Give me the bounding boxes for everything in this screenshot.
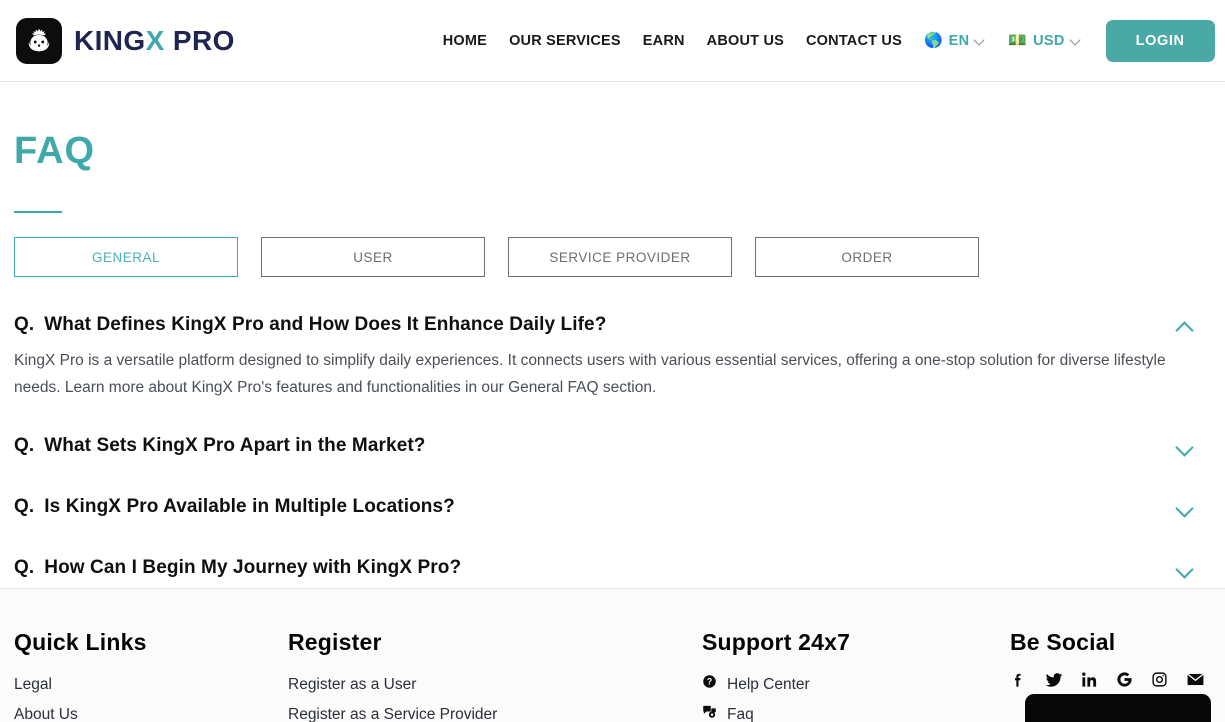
chevron-down-icon[interactable] — [1173, 556, 1197, 580]
login-button[interactable]: LOGIN — [1105, 19, 1215, 62]
tab-user[interactable]: USER — [261, 237, 485, 277]
currency-label: USD — [1033, 32, 1065, 49]
money-icon: 💵 — [1008, 32, 1028, 49]
nav-item-earn[interactable]: EARN — [643, 33, 685, 49]
nav-item-about-us[interactable]: ABOUT US — [707, 33, 784, 49]
footer-link-legal[interactable]: Legal — [14, 670, 288, 700]
brand-name-accent: X — [145, 24, 165, 56]
faq-question-toggle[interactable]: Q. Is KingX Pro Available in Multiple Loc… — [14, 485, 1211, 529]
lion-head-crown-icon — [16, 17, 62, 64]
nav-item-contact-us[interactable]: CONTACT US — [806, 33, 902, 49]
main-content: FAQ GENERAL USER SERVICE PROVIDER ORDER … — [0, 82, 1225, 588]
question-marker: Q. — [14, 314, 35, 335]
footer-link-register-as-user[interactable]: Register as a User — [288, 670, 702, 700]
faq-item: Q. What Defines KingX Pro and How Does It… — [14, 303, 1211, 407]
email-icon[interactable] — [1186, 670, 1205, 689]
faq-question-text: Q. How Can I Begin My Journey with KingX … — [14, 557, 461, 579]
faq-item: Q. Is KingX Pro Available in Multiple Loc… — [14, 485, 1211, 529]
faq-category-tabs: GENERAL USER SERVICE PROVIDER ORDER — [14, 237, 1211, 277]
footer-link-register-as-service-provider[interactable]: Register as a Service Provider — [288, 700, 702, 722]
faq-question-text: Q. What Defines KingX Pro and How Does It… — [14, 314, 606, 336]
brand-name: KINGX PRO — [74, 25, 235, 57]
help-circle-icon: ? — [702, 670, 717, 700]
faq-question-toggle[interactable]: Q. What Defines KingX Pro and How Does It… — [14, 303, 1211, 347]
chevron-down-icon[interactable] — [1173, 495, 1197, 519]
page-title: FAQ — [14, 130, 96, 172]
language-label: EN — [948, 32, 970, 49]
faq-answer-text: KingX Pro is a versatile platform design… — [14, 352, 1166, 396]
brand-logo[interactable]: KINGX PRO — [16, 17, 235, 64]
faq-list: Q. What Defines KingX Pro and How Does It… — [14, 303, 1211, 590]
faq-question-toggle[interactable]: Q. What Sets KingX Pro Apart in the Marke… — [14, 424, 1211, 468]
footer-heading-register: Register — [288, 629, 382, 655]
title-underline-accent — [14, 211, 62, 213]
main-navigation: HOME OUR SERVICES EARN ABOUT US CONTACT … — [443, 33, 902, 49]
footer-column-register: Register Register as a User Register as … — [288, 629, 702, 722]
header-selectors: 🌎 EN 💵 USD — [924, 33, 1082, 49]
faq-item: Q. What Sets KingX Pro Apart in the Marke… — [14, 424, 1211, 468]
facebook-icon[interactable] — [1010, 671, 1027, 688]
brand-name-part1: KING — [74, 24, 146, 56]
instagram-icon[interactable] — [1151, 671, 1168, 688]
svg-text:?: ? — [707, 677, 712, 687]
footer-heading-quick-links: Quick Links — [14, 629, 147, 655]
footer-heading-support: Support 24x7 — [702, 629, 851, 655]
footer-link-help-center-label: Help Center — [727, 676, 810, 693]
faq-question-label: What Sets KingX Pro Apart in the Market? — [44, 435, 426, 456]
nav-item-home[interactable]: HOME — [443, 33, 487, 49]
tab-order[interactable]: ORDER — [755, 237, 979, 277]
faq-question-label: Is KingX Pro Available in Multiple Locat… — [44, 496, 455, 517]
globe-icon: 🌎 — [923, 32, 943, 49]
chevron-down-icon — [1071, 35, 1082, 46]
linkedin-icon[interactable] — [1081, 671, 1098, 688]
site-footer: Quick Links Legal About Us Register Regi… — [0, 588, 1225, 722]
question-marker: Q. — [14, 557, 35, 578]
currency-selector[interactable]: 💵 USD — [1008, 33, 1081, 49]
faq-question-toggle[interactable]: Q. How Can I Begin My Journey with KingX … — [14, 546, 1211, 590]
footer-heading-social: Be Social — [1010, 629, 1116, 655]
tab-general[interactable]: GENERAL — [14, 237, 238, 277]
question-marker: Q. — [14, 435, 35, 456]
faq-question-text: Q. Is KingX Pro Available in Multiple Loc… — [14, 496, 455, 518]
google-icon[interactable] — [1116, 671, 1133, 688]
footer-link-faq[interactable]: Faq — [702, 700, 1010, 722]
tab-service-provider[interactable]: SERVICE PROVIDER — [508, 237, 732, 277]
footer-link-about-us[interactable]: About Us — [14, 700, 288, 722]
chevron-up-icon[interactable] — [1173, 313, 1197, 337]
footer-link-faq-label: Faq — [727, 706, 754, 722]
faq-item: Q. How Can I Begin My Journey with KingX … — [14, 546, 1211, 590]
footer-link-help-center[interactable]: ? Help Center — [702, 670, 1010, 700]
faq-chat-icon — [702, 700, 717, 722]
faq-question-label: What Defines KingX Pro and How Does It E… — [44, 314, 607, 335]
footer-column-quick-links: Quick Links Legal About Us — [14, 629, 288, 722]
social-icon-list — [1010, 670, 1225, 689]
auth-actions: LOGIN REGISTER — [1105, 19, 1225, 62]
faq-question-text: Q. What Sets KingX Pro Apart in the Marke… — [14, 435, 426, 457]
footer-column-support: Support 24x7 ? Help Center Faq — [702, 629, 1010, 722]
faq-question-label: How Can I Begin My Journey with KingX Pr… — [44, 557, 462, 578]
chevron-down-icon[interactable] — [1173, 434, 1197, 458]
site-header: KINGX PRO HOME OUR SERVICES EARN ABOUT U… — [0, 0, 1225, 82]
question-marker: Q. — [14, 496, 35, 517]
chevron-down-icon — [975, 35, 986, 46]
nav-item-our-services[interactable]: OUR SERVICES — [509, 33, 621, 49]
brand-name-part2: PRO — [164, 24, 235, 56]
twitter-icon[interactable] — [1045, 671, 1063, 689]
language-selector[interactable]: 🌎 EN — [924, 33, 986, 49]
app-store-badge[interactable] — [1025, 694, 1211, 722]
